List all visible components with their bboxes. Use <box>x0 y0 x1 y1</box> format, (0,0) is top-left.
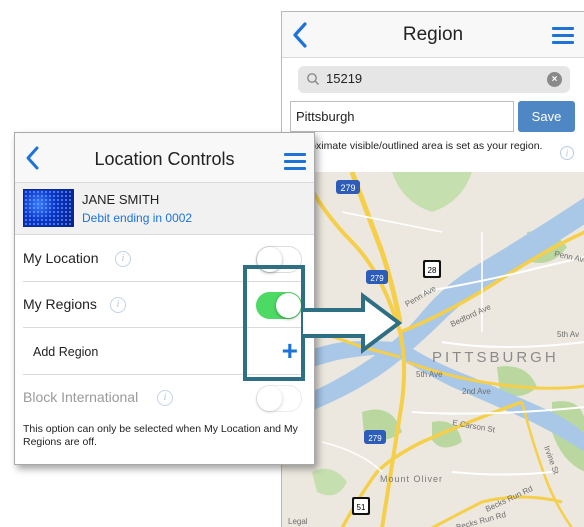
save-button[interactable]: Save <box>518 101 575 132</box>
legal-link[interactable]: Legal <box>288 517 308 526</box>
info-icon[interactable]: i <box>560 146 574 160</box>
card-debit-link[interactable]: Debit ending in 0002 <box>82 211 192 225</box>
card-image <box>23 189 74 227</box>
callout-arrow-icon <box>303 292 403 354</box>
route-shield-279: 279 <box>340 183 355 193</box>
route-shield-279: 279 <box>368 434 382 443</box>
info-icon[interactable]: i <box>115 251 131 267</box>
row-label: My Location <box>23 250 99 266</box>
info-icon[interactable]: i <box>157 390 173 406</box>
row-label: Add Region <box>33 345 99 359</box>
region-note: Approximate visible/outlined area is set… <box>288 140 543 152</box>
road-label: 5th Ave <box>416 370 443 379</box>
row-label: My Regions <box>23 296 97 312</box>
block-international-toggle[interactable] <box>256 385 302 412</box>
row-block-international: Block International i <box>15 375 314 421</box>
road-label: 2nd Ave <box>462 387 491 396</box>
route-shield-28: 28 <box>428 266 437 275</box>
road-label: 5th Av <box>557 330 579 339</box>
clear-icon[interactable]: × <box>547 72 562 87</box>
region-screen: Region 15219 × Pittsburgh Save Approxima… <box>281 11 584 527</box>
highlight-box <box>243 265 305 381</box>
hamburger-menu-icon[interactable] <box>552 27 574 44</box>
hamburger-menu-icon[interactable] <box>284 153 306 170</box>
cardholder-name: JANE SMITH <box>82 192 160 207</box>
location-controls-header: Location Controls <box>15 133 314 183</box>
search-icon <box>307 73 320 86</box>
search-value: 15219 <box>326 71 363 86</box>
card-summary[interactable]: JANE SMITH Debit ending in 0002 <box>15 183 314 235</box>
page-title: Region <box>402 24 464 45</box>
screenshot-stage: Region 15219 × Pittsburgh Save Approxima… <box>0 0 584 527</box>
page-title: Location Controls <box>94 149 235 169</box>
footnote: This option can only be selected when My… <box>23 423 298 448</box>
route-shield-51: 51 <box>357 503 366 512</box>
region-header: Region <box>282 12 584 58</box>
search-input[interactable]: 15219 × <box>298 66 570 93</box>
info-icon[interactable]: i <box>110 297 126 313</box>
row-label: Block International <box>23 389 139 405</box>
map-place-label: Mount Oliver <box>380 474 443 484</box>
city-label: PITTSBURGH <box>432 349 559 366</box>
route-shield-279: 279 <box>370 274 384 283</box>
city-field[interactable]: Pittsburgh <box>290 101 514 132</box>
